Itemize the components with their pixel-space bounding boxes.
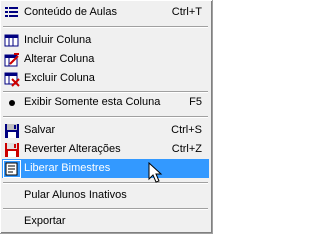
delete-column-icon	[4, 72, 20, 87]
revert-icon	[5, 143, 19, 157]
menu-separator	[3, 182, 208, 184]
menu-item-label: Reverter Alterações	[24, 143, 121, 155]
menu-item-label: Conteúdo de Aulas	[24, 6, 117, 18]
menu-separator	[3, 208, 208, 210]
menu-item-shortcut: Ctrl+T	[171, 6, 202, 18]
menu-separator	[3, 116, 208, 118]
menu-item-conteudo-de-aulas[interactable]: Conteúdo de Aulas Ctrl+T	[2, 3, 209, 22]
menu-item-alterar-coluna[interactable]: Alterar Coluna	[2, 50, 209, 69]
menu-item-exibir-somente-esta-coluna[interactable]: Exibir Somente esta Coluna F5	[2, 93, 209, 112]
menu-item-excluir-coluna[interactable]: Excluir Coluna	[2, 69, 209, 88]
menu-item-liberar-bimestres[interactable]: Liberar Bimestres	[2, 159, 209, 178]
menu-item-salvar[interactable]: Salvar Ctrl+S	[2, 121, 209, 140]
menu-item-label: Excluir Coluna	[24, 72, 95, 84]
menu-item-label: Liberar Bimestres	[24, 162, 111, 174]
menu-item-pular-alunos-inativos[interactable]: Pular Alunos Inativos	[2, 186, 209, 205]
release-icon	[3, 160, 21, 178]
context-menu: Conteúdo de Aulas Ctrl+T Incluir Coluna …	[0, 0, 213, 234]
edit-column-icon	[4, 53, 19, 67]
menu-item-label: Exibir Somente esta Coluna	[24, 96, 161, 108]
menu-item-label: Alterar Coluna	[24, 53, 95, 65]
menu-item-incluir-coluna[interactable]: Incluir Coluna	[2, 31, 209, 50]
list-icon	[5, 7, 18, 17]
save-icon	[5, 124, 19, 138]
menu-item-exportar[interactable]: Exportar	[2, 212, 209, 231]
menu-item-shortcut: Ctrl+S	[171, 124, 202, 136]
menu-item-label: Exportar	[24, 215, 66, 227]
bullet-icon	[9, 100, 15, 106]
menu-item-label: Pular Alunos Inativos	[24, 189, 127, 201]
menu-item-shortcut: Ctrl+Z	[171, 143, 202, 155]
menu-item-reverter-alteracoes[interactable]: Reverter Alterações Ctrl+Z	[2, 140, 209, 159]
menu-item-shortcut: F5	[189, 96, 202, 108]
menu-item-label: Incluir Coluna	[24, 34, 92, 46]
menu-item-label: Salvar	[24, 124, 56, 136]
menu-separator	[3, 26, 208, 28]
add-column-icon	[4, 34, 19, 47]
